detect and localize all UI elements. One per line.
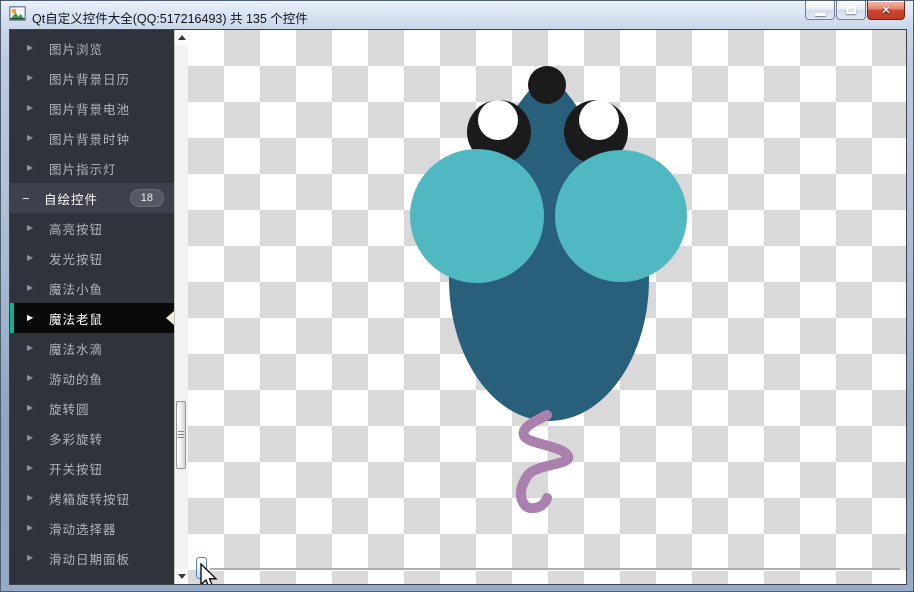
sidebar-item-label: 魔法小鱼 [49, 282, 104, 297]
mouse-nose [528, 66, 566, 104]
selected-notch-icon [166, 311, 174, 325]
scroll-down-button[interactable] [175, 569, 188, 584]
sidebar-item-label: 开关按钮 [49, 462, 104, 477]
chevron-right-icon: ▶ [27, 403, 34, 412]
chevron-right-icon: ▶ [27, 163, 34, 172]
triangle-down-icon [177, 574, 186, 583]
sidebar-item-magic-fish[interactable]: ▶ 魔法小鱼 [10, 273, 174, 303]
canvas-hscrollbar-track[interactable] [210, 568, 900, 571]
sidebar-menu: ▶ 图片浏览 ▶ 图片背景日历 ▶ 图片背景电池 ▶ 图片背景时钟 ▶ 图片指示… [10, 30, 174, 573]
sidebar: ▶ 图片浏览 ▶ 图片背景日历 ▶ 图片背景电池 ▶ 图片背景时钟 ▶ 图片指示… [10, 30, 174, 584]
minimize-button[interactable] [805, 1, 835, 20]
sidebar-item-label: 游动的鱼 [49, 372, 104, 387]
sidebar-item-switch-button[interactable]: ▶ 开关按钮 [10, 453, 174, 483]
sidebar-group-custom-drawn[interactable]: − 自绘控件 18 [10, 183, 174, 213]
sidebar-item-label: 魔法老鼠 [49, 312, 104, 327]
sidebar-item-colorful-rotate[interactable]: ▶ 多彩旋转 [10, 423, 174, 453]
client-area: ▶ 图片浏览 ▶ 图片背景日历 ▶ 图片背景电池 ▶ 图片背景时钟 ▶ 图片指示… [9, 29, 907, 585]
sidebar-item-label: 旋转圆 [49, 402, 90, 417]
sidebar-item-image-indicator[interactable]: ▶ 图片指示灯 [10, 153, 174, 183]
sidebar-scrollbar-thumb[interactable] [176, 401, 186, 469]
sidebar-item-label: 魔法水滴 [49, 342, 104, 357]
chevron-right-icon: ▶ [27, 373, 34, 382]
sidebar-item-label: 滑动选择器 [49, 522, 117, 537]
chevron-right-icon: ▶ [27, 523, 34, 532]
mouse-left-ear [410, 149, 544, 283]
maximize-icon [846, 6, 856, 14]
window-controls: ✕ [804, 1, 905, 20]
mouse-right-ear [555, 150, 687, 282]
selected-accent-bar [10, 303, 14, 333]
sidebar-item-image-battery[interactable]: ▶ 图片背景电池 [10, 93, 174, 123]
sidebar-item-image-clock[interactable]: ▶ 图片背景时钟 [10, 123, 174, 153]
maximize-button[interactable] [836, 1, 866, 20]
chevron-right-icon: ▶ [27, 463, 34, 472]
sidebar-item-label: 多彩旋转 [49, 432, 104, 447]
magic-mouse-figure [410, 66, 687, 514]
sidebar-item-rotating-circle[interactable]: ▶ 旋转圆 [10, 393, 174, 423]
sidebar-item-image-browse[interactable]: ▶ 图片浏览 [10, 33, 174, 63]
sidebar-item-glow-button[interactable]: ▶ 发光按钮 [10, 243, 174, 273]
sidebar-scrollbar-track[interactable] [174, 30, 188, 584]
sidebar-item-label: 高亮按钮 [49, 222, 104, 237]
mouse-left-eye-highlight [478, 100, 518, 140]
chevron-right-icon: ▶ [27, 73, 34, 82]
minimize-icon [814, 12, 826, 16]
triangle-up-icon [177, 31, 186, 40]
sidebar-item-magic-drop[interactable]: ▶ 魔法水滴 [10, 333, 174, 363]
chevron-right-icon: ▶ [27, 253, 34, 262]
chevron-right-icon: ▶ [27, 43, 34, 52]
sidebar-item-label: 烤箱旋转按钮 [49, 492, 131, 507]
count-badge: 18 [129, 189, 164, 207]
sidebar-item-label: 图片浏览 [49, 42, 104, 57]
mouse-right-eye-highlight [579, 100, 619, 140]
app-picture-icon [9, 6, 26, 21]
mouse-cursor [200, 563, 218, 584]
close-icon: ✕ [880, 3, 892, 17]
sidebar-item-label: 图片指示灯 [49, 162, 117, 177]
sidebar-item-swimming-fish[interactable]: ▶ 游动的鱼 [10, 363, 174, 393]
sidebar-item-magic-mouse[interactable]: ▶ 魔法老鼠 [10, 303, 174, 333]
chevron-right-icon: ▶ [27, 343, 34, 352]
close-button[interactable]: ✕ [867, 1, 905, 20]
chevron-right-icon: ▶ [27, 103, 34, 112]
chevron-right-icon: ▶ [27, 133, 34, 142]
chevron-right-icon: ▶ [27, 283, 34, 292]
chevron-right-icon: ▶ [27, 433, 34, 442]
sidebar-item-label: 图片背景时钟 [49, 132, 131, 147]
sidebar-item-slide-date-panel[interactable]: ▶ 滑动日期面板 [10, 543, 174, 573]
chevron-right-icon: ▶ [27, 493, 34, 502]
app-window: Qt自定义控件大全(QQ:517216493) 共 135 个控件 ✕ ▶ 图片… [0, 0, 914, 592]
sidebar-item-label: 发光按钮 [49, 252, 104, 267]
canvas-area [188, 30, 906, 584]
chevron-right-icon: ▶ [27, 223, 34, 232]
minus-icon: − [22, 190, 30, 206]
sidebar-item-label: 图片背景日历 [49, 72, 131, 87]
sidebar-item-slide-selector[interactable]: ▶ 滑动选择器 [10, 513, 174, 543]
mouse-tail [515, 410, 573, 514]
scrollbar-grip-icon [178, 430, 184, 440]
sidebar-item-image-calendar[interactable]: ▶ 图片背景日历 [10, 63, 174, 93]
chevron-right-icon: ▶ [27, 553, 34, 562]
window-title: Qt自定义控件大全(QQ:517216493) 共 135 个控件 [32, 12, 308, 26]
sidebar-item-oven-knob[interactable]: ▶ 烤箱旋转按钮 [10, 483, 174, 513]
sidebar-item-label: 滑动日期面板 [49, 552, 131, 567]
title-bar[interactable]: Qt自定义控件大全(QQ:517216493) 共 135 个控件 ✕ [1, 1, 913, 29]
sidebar-item-label: 图片背景电池 [49, 102, 131, 117]
scroll-up-button[interactable] [175, 30, 188, 45]
chevron-right-icon: ▶ [27, 313, 34, 322]
sidebar-group-label: 自绘控件 [44, 192, 99, 207]
sidebar-item-highlight-button[interactable]: ▶ 高亮按钮 [10, 213, 174, 243]
